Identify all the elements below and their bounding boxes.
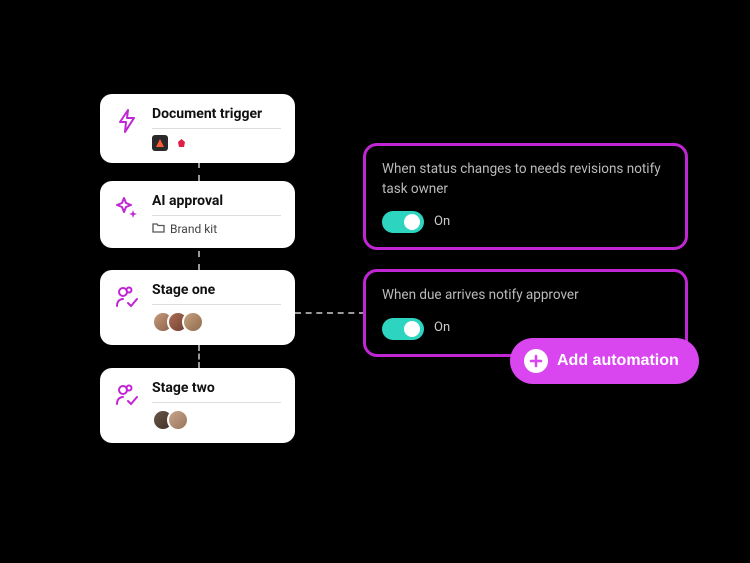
automation-description: When due arrives notify approver	[382, 286, 669, 306]
automation-description: When status changes to needs revisions n…	[382, 160, 669, 199]
stage-card-document-trigger[interactable]: Document trigger	[100, 94, 295, 163]
toggle-label: On	[434, 213, 450, 232]
stage-card-stage-one[interactable]: Stage one	[100, 270, 295, 345]
meta-label: Brand kit	[170, 222, 217, 236]
avatar	[182, 311, 204, 333]
avatars	[152, 311, 281, 333]
connector-vertical-2	[198, 251, 200, 270]
lightning-icon	[114, 108, 140, 134]
avatar	[167, 409, 189, 431]
app-badge-1	[152, 135, 168, 151]
app-badge-2	[173, 135, 189, 151]
stage-meta: Brand kit	[152, 222, 281, 236]
stage-card-stage-two[interactable]: Stage two	[100, 368, 295, 443]
plus-circle-icon	[524, 349, 548, 373]
avatars	[152, 409, 281, 431]
connector-horizontal	[295, 312, 365, 314]
app-badges	[152, 135, 281, 151]
add-button-label: Add automation	[557, 352, 679, 370]
stage-card-ai-approval[interactable]: AI approval Brand kit	[100, 181, 295, 248]
stage-title: Stage two	[152, 380, 281, 403]
toggle-switch[interactable]	[382, 211, 424, 233]
stage-title: Document trigger	[152, 106, 281, 129]
folder-icon	[152, 222, 165, 236]
toggle-label: On	[434, 319, 450, 338]
user-check-icon	[114, 284, 140, 310]
sparkle-icon	[114, 195, 140, 221]
user-check-icon	[114, 382, 140, 408]
add-automation-button[interactable]: Add automation	[510, 338, 699, 384]
stage-title: Stage one	[152, 282, 281, 305]
toggle-switch[interactable]	[382, 318, 424, 340]
connector-vertical-3	[198, 345, 200, 368]
stage-title: AI approval	[152, 193, 281, 216]
automation-card[interactable]: When status changes to needs revisions n…	[363, 143, 688, 250]
connector-vertical-1	[198, 162, 200, 181]
